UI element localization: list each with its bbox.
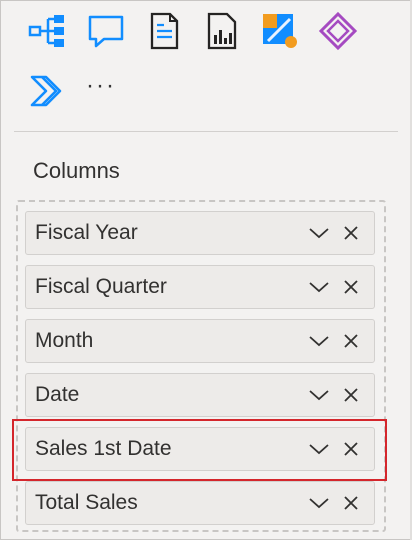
qa-bubble-icon[interactable]: [84, 9, 128, 53]
chevron-down-icon[interactable]: [308, 330, 330, 352]
visual-icons-row-2: ···: [26, 68, 116, 114]
chevron-down-icon[interactable]: [308, 222, 330, 244]
close-icon[interactable]: [340, 384, 362, 406]
visual-icons-row-1: [26, 8, 374, 54]
power-automate-chevron-icon[interactable]: [26, 69, 70, 113]
field-label: Date: [35, 383, 80, 406]
field-pill-date[interactable]: Date: [25, 373, 375, 417]
field-pill-fiscal-quarter[interactable]: Fiscal Quarter: [25, 265, 375, 309]
paginated-report-icon[interactable]: [200, 9, 244, 53]
field-pill-sales-1st-date[interactable]: Sales 1st Date: [25, 427, 375, 471]
section-divider: [14, 131, 398, 132]
close-icon[interactable]: [340, 492, 362, 514]
smart-narrative-icon[interactable]: [142, 9, 186, 53]
field-label: Total Sales: [35, 491, 138, 514]
decomposition-tree-icon[interactable]: [26, 9, 70, 53]
field-label: Month: [35, 329, 94, 352]
close-icon[interactable]: [340, 330, 362, 352]
close-icon[interactable]: [340, 438, 362, 460]
chevron-down-icon[interactable]: [308, 384, 330, 406]
columns-section-title: Columns: [33, 158, 120, 183]
chevron-down-icon[interactable]: [308, 492, 330, 514]
chevron-down-icon[interactable]: [308, 438, 330, 460]
field-label: Sales 1st Date: [35, 437, 172, 460]
field-pill-month[interactable]: Month: [25, 319, 375, 363]
close-icon[interactable]: [340, 222, 362, 244]
chevron-down-icon[interactable]: [308, 276, 330, 298]
power-apps-icon[interactable]: [316, 9, 360, 53]
close-icon[interactable]: [340, 276, 362, 298]
field-pill-total-sales[interactable]: Total Sales: [25, 481, 375, 525]
field-label: Fiscal Year: [35, 221, 138, 244]
more-visuals-button[interactable]: ···: [86, 72, 116, 100]
field-pill-fiscal-year[interactable]: Fiscal Year: [25, 211, 375, 255]
power-automate-icon[interactable]: [258, 9, 302, 53]
field-label: Fiscal Quarter: [35, 275, 167, 298]
